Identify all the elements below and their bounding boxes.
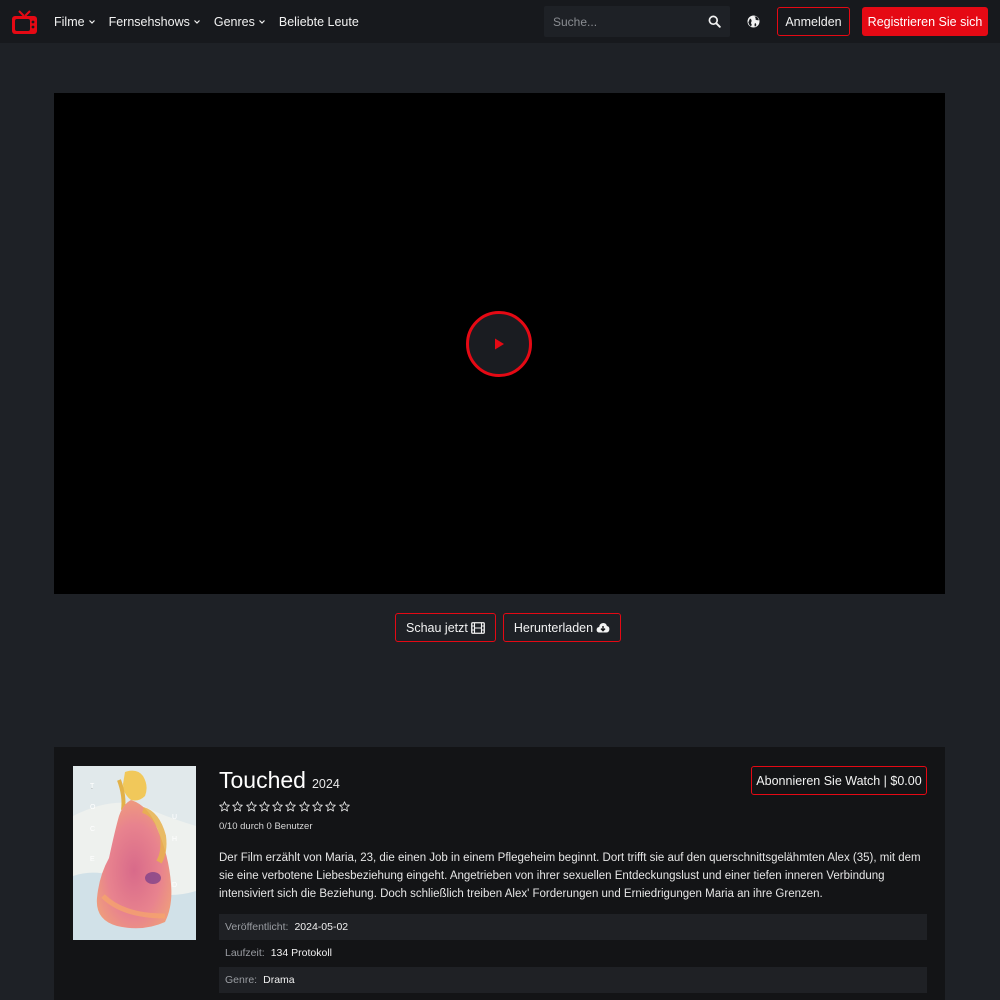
star-icon[interactable] [285,801,297,812]
player-actions: Schau jetzt Herunterladen [395,613,628,642]
play-button[interactable] [466,311,532,377]
tv-logo-icon[interactable] [11,9,38,35]
movie-details-card: . T O U C H E D Touched 2024 0/10 durch … [54,747,945,1000]
star-icon[interactable] [299,801,310,812]
star-icon[interactable] [325,801,337,812]
menu-beliebte-leute[interactable]: Beliebte Leute [279,15,359,29]
play-icon [495,338,504,350]
download-label: Herunterladen [513,620,594,635]
movie-description: Der Film erzählt von Maria, 23, die eine… [219,852,921,900]
poster-letter: E [90,856,95,863]
meta-label: Veröffentlicht: [225,921,289,933]
download-button[interactable]: Herunterladen [502,613,622,642]
rating-summary: 0/10 durch 0 Benutzer [219,821,313,832]
chevron-down-icon [258,19,265,24]
search-input[interactable] [544,6,694,37]
poster-letter: C [90,826,96,833]
menu-beliebte-leute-label: Beliebte Leute [278,14,359,29]
star-icon[interactable] [219,801,230,812]
globe-icon[interactable] [747,15,760,28]
star-icon[interactable] [312,801,323,812]
menu-fernsehshows[interactable]: Fernsehshows [109,15,201,29]
star-icon[interactable] [245,801,257,812]
cloud-download-icon [596,623,610,633]
menu-fernsehshows-label: Fernsehshows [108,14,190,29]
meta-label: Laufzeit: [225,947,265,959]
video-player[interactable] [54,93,945,594]
movie-year: 2024 [311,777,340,791]
menu-filme-label: Filme [54,14,85,29]
subscribe-button[interactable]: Abonnieren Sie Watch | $0.00 [751,766,927,795]
watch-now-label: Schau jetzt [406,620,468,635]
meta-value: 2024-05-02 [294,921,349,933]
star-rating[interactable] [219,801,352,812]
search-icon[interactable] [708,15,721,28]
search-box [544,6,730,37]
meta-row-genre: Genre: Drama [219,967,927,993]
chevron-down-icon [88,19,95,24]
meta-value: Drama [263,974,295,986]
film-icon [470,621,485,634]
poster-letter: O [90,804,96,811]
movie-poster[interactable]: . T O U C H E D [73,766,196,940]
title-row: Touched 2024 [219,767,340,794]
login-button[interactable]: Anmelden [777,7,850,36]
top-navbar: Filme Fernsehshows Genres Beliebte Leute… [0,0,1000,43]
meta-row-runtime: Laufzeit: 134 Protokoll [219,940,927,966]
star-icon[interactable] [259,801,270,812]
poster-artwork: . [73,766,196,940]
menu-genres[interactable]: Genres [214,15,266,29]
meta-label: Genre: [225,974,258,986]
watch-now-button[interactable]: Schau jetzt [395,613,496,642]
poster-letter: T [90,783,95,790]
meta-row-released: Veröffentlicht: 2024-05-02 [219,914,927,940]
movie-title: Touched [219,767,306,793]
poster-letter: U [172,814,178,821]
menu-filme[interactable]: Filme [54,15,96,29]
star-icon[interactable] [338,801,350,812]
poster-letter: D [172,882,178,889]
chevron-down-icon [193,19,200,24]
main-menu: Filme Fernsehshows Genres Beliebte Leute [54,0,372,43]
menu-genres-label: Genres [213,14,255,29]
star-icon[interactable] [232,801,244,812]
register-button[interactable]: Registrieren Sie sich [862,7,988,36]
poster-letter: H [172,836,178,843]
star-icon[interactable] [272,801,283,812]
meta-value: 134 Protokoll [270,947,332,959]
